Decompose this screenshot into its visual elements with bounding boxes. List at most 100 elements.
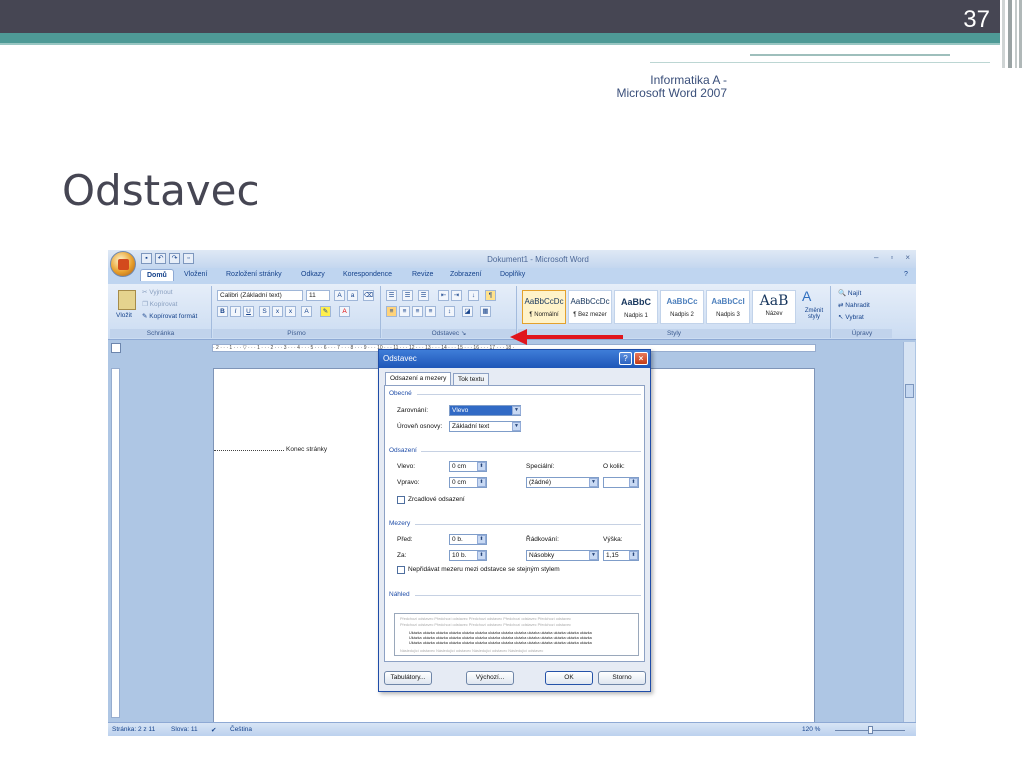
strikethrough-icon[interactable]: S — [259, 306, 270, 317]
tab-domu[interactable]: Domů — [140, 269, 174, 281]
decrease-indent-icon[interactable]: ⇤ — [438, 290, 449, 301]
change-styles-button[interactable]: Změnit styly — [799, 308, 829, 320]
status-words[interactable]: Slova: 11 — [171, 726, 198, 733]
redo-icon[interactable]: ↷ — [169, 253, 180, 264]
dont-add-space-checkbox[interactable] — [397, 566, 405, 574]
tab-korespondence[interactable]: Korespondence — [343, 271, 392, 278]
borders-icon[interactable]: ▦ — [480, 306, 491, 317]
spin-icon[interactable]: ⬍ — [629, 551, 638, 560]
spin-icon[interactable]: ⬍ — [477, 478, 486, 487]
font-color-icon[interactable]: A — [339, 306, 350, 317]
cut-button[interactable]: ✂ Vyjmout — [142, 288, 173, 296]
chevron-down-icon[interactable]: ▼ — [589, 478, 598, 487]
style-no-spacing[interactable]: AaBbCcDc ¶ Bez mezer — [568, 290, 612, 324]
minimize-button[interactable]: – — [874, 253, 878, 262]
copy-button[interactable]: ❐ Kopírovat — [142, 300, 177, 308]
dialog-launcher-icon[interactable]: ↘ — [461, 330, 466, 337]
print-preview-icon[interactable]: ▫ — [183, 253, 194, 264]
select-label: Vybrat — [845, 314, 864, 321]
show-marks-icon[interactable]: ¶ — [485, 290, 496, 301]
tab-odkazy[interactable]: Odkazy — [301, 271, 325, 278]
bullets-icon[interactable]: ☰ — [386, 290, 397, 301]
cancel-button[interactable]: Storno — [598, 671, 646, 685]
increase-indent-icon[interactable]: ⇥ — [451, 290, 462, 301]
dialog-help-button[interactable]: ? — [619, 352, 632, 365]
status-zoom[interactable]: 120 % — [802, 726, 820, 733]
tab-vlozeni[interactable]: Vložení — [184, 271, 207, 278]
mirror-indents-checkbox[interactable] — [397, 496, 405, 504]
change-case-icon[interactable]: A — [301, 306, 312, 317]
ribbon-tabs: Domů Vložení Rozložení stránky Odkazy Ko… — [108, 268, 916, 284]
spin-icon[interactable]: ⬍ — [477, 551, 486, 560]
tab-revize[interactable]: Revize — [412, 271, 433, 278]
tabs-button[interactable]: Tabulátory... — [384, 671, 432, 685]
paste-icon[interactable] — [118, 290, 136, 310]
subscript-icon[interactable]: x — [272, 306, 283, 317]
bold-icon[interactable]: B — [217, 306, 228, 317]
sort-icon[interactable]: ↓ — [468, 290, 479, 301]
font-size-select[interactable]: 11 — [306, 290, 330, 301]
chevron-down-icon[interactable]: ▼ — [589, 551, 598, 560]
help-icon[interactable]: ? — [904, 271, 908, 278]
tab-selector[interactable] — [111, 343, 121, 353]
superscript-icon[interactable]: x — [285, 306, 296, 317]
vertical-ruler[interactable] — [111, 368, 120, 718]
maximize-button[interactable]: ▫ — [890, 253, 893, 262]
office-button[interactable] — [110, 251, 136, 277]
tab-zobrazeni[interactable]: Zobrazení — [450, 271, 482, 278]
font-name-select[interactable]: Calibri (Základní text) — [217, 290, 303, 301]
change-styles-icon[interactable]: A — [802, 288, 811, 304]
style-heading-2[interactable]: AaBbCc Nadpis 2 — [660, 290, 704, 324]
italic-icon[interactable]: I — [230, 306, 241, 317]
find-button[interactable]: 🔍 Najít — [838, 289, 861, 297]
format-painter-button[interactable]: ✎ Kopírovat formát — [142, 312, 197, 320]
align-center-icon[interactable]: ≡ — [399, 306, 410, 317]
vertical-scrollbar[interactable] — [903, 342, 915, 722]
spellcheck-icon[interactable]: ✔ — [211, 726, 216, 734]
chevron-down-icon[interactable]: ▼ — [512, 422, 521, 431]
shrink-font-icon[interactable]: a — [347, 290, 358, 301]
undo-icon[interactable]: ↶ — [155, 253, 166, 264]
shading-icon[interactable]: ◪ — [462, 306, 473, 317]
clear-format-icon[interactable]: ⌫ — [363, 290, 374, 301]
tab-rozlozeni[interactable]: Rozložení stránky — [226, 271, 282, 278]
clipboard-group: Vložit ✂ Vyjmout ❐ Kopírovat ✎ Kopírovat… — [110, 286, 212, 338]
outline-level-select[interactable]: Základní text — [449, 421, 521, 432]
align-left-icon[interactable]: ≡ — [386, 306, 397, 317]
tab-indents-spacing[interactable]: Odsazení a mezery — [385, 372, 452, 385]
zoom-slider-thumb[interactable] — [868, 726, 873, 734]
line-spacing-icon[interactable]: ↕ — [444, 306, 455, 317]
dialog-close-button[interactable]: × — [634, 352, 648, 365]
numbering-icon[interactable]: ☰ — [402, 290, 413, 301]
highlight-icon[interactable]: ✎ — [320, 306, 331, 317]
style-heading-3[interactable]: AaBbCcI Nadpis 3 — [706, 290, 750, 324]
tab-doplnky[interactable]: Doplňky — [500, 271, 525, 278]
style-sample: AaBbC — [620, 297, 651, 307]
alignment-select[interactable]: Vlevo — [449, 405, 521, 416]
align-right-icon[interactable]: ≡ — [412, 306, 423, 317]
save-icon[interactable]: ▪ — [141, 253, 152, 264]
chevron-down-icon[interactable]: ▼ — [512, 406, 521, 415]
ok-button[interactable]: OK — [545, 671, 593, 685]
style-title[interactable]: AaB Název — [752, 290, 796, 324]
section-divider — [415, 595, 641, 596]
close-button[interactable]: × — [905, 253, 910, 262]
status-language[interactable]: Čeština — [230, 726, 252, 733]
spin-icon[interactable]: ⬍ — [629, 478, 638, 487]
spin-icon[interactable]: ⬍ — [477, 535, 486, 544]
grow-font-icon[interactable]: A — [334, 290, 345, 301]
replace-button[interactable]: ⇄ Nahradit — [838, 301, 870, 309]
paragraph-group-label: Odstavec ↘ — [382, 329, 516, 338]
status-page[interactable]: Stránka: 2 z 11 — [112, 726, 155, 733]
style-heading-1[interactable]: AaBbC Nadpis 1 — [614, 290, 658, 324]
tab-line-page-breaks[interactable]: Tok textu — [453, 373, 490, 385]
underline-icon[interactable]: U — [243, 306, 254, 317]
multilevel-list-icon[interactable]: ☰ — [418, 290, 429, 301]
default-button[interactable]: Výchozí... — [466, 671, 514, 685]
select-button[interactable]: ↖ Vybrat — [838, 313, 864, 321]
style-normal[interactable]: AaBbCcDc ¶ Normální — [522, 290, 566, 324]
justify-icon[interactable]: ≡ — [425, 306, 436, 317]
spin-icon[interactable]: ⬍ — [477, 462, 486, 471]
scrollbar-thumb[interactable] — [905, 384, 914, 398]
paste-button[interactable]: Vložit — [116, 312, 132, 319]
